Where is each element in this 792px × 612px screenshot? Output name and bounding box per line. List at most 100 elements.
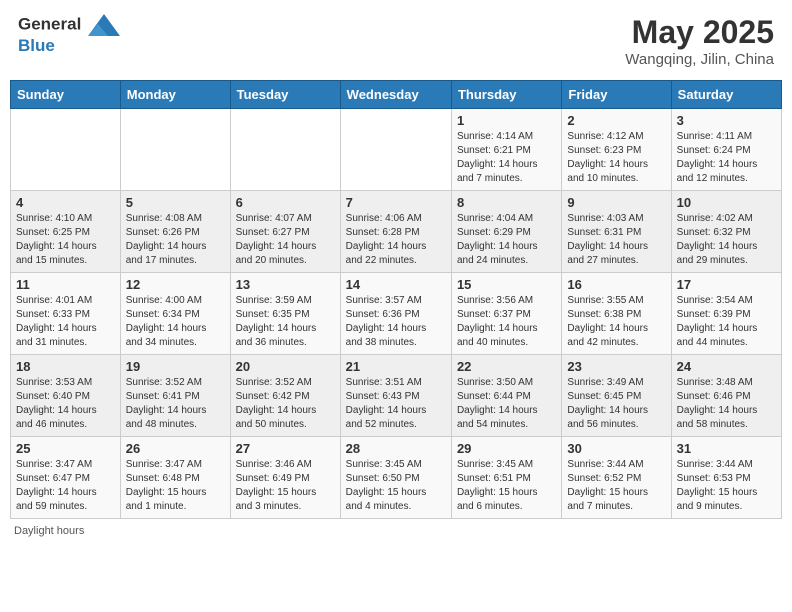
day-info: Sunrise: 3:44 AM Sunset: 6:52 PM Dayligh… — [567, 458, 665, 514]
day-number: 22 — [457, 359, 556, 374]
day-info: Sunrise: 4:02 AM Sunset: 6:32 PM Dayligh… — [677, 212, 776, 268]
calendar-day-cell: 18Sunrise: 3:53 AM Sunset: 6:40 PM Dayli… — [11, 355, 121, 437]
calendar-day-cell: 19Sunrise: 3:52 AM Sunset: 6:41 PM Dayli… — [120, 355, 230, 437]
day-number: 20 — [236, 359, 335, 374]
day-number: 7 — [346, 195, 446, 210]
day-number: 4 — [16, 195, 115, 210]
calendar-day-cell — [340, 109, 451, 191]
logo-blue: Blue — [18, 36, 120, 56]
day-number: 30 — [567, 441, 665, 456]
day-info: Sunrise: 3:44 AM Sunset: 6:53 PM Dayligh… — [677, 458, 776, 514]
calendar-day-cell: 3 Sunrise: 4:11 AM Sunset: 6:24 PM Daylig… — [671, 109, 781, 191]
main-title: May 2025 — [625, 14, 774, 51]
calendar-day-cell: 15 Sunrise: 3:56 AM Sunset: 6:37 PM Dayli… — [451, 273, 561, 355]
calendar-day-cell: 28Sunrise: 3:45 AM Sunset: 6:50 PM Dayli… — [340, 437, 451, 519]
calendar-day-cell: 21 Sunrise: 3:51 AM Sunset: 6:43 PM Dayli… — [340, 355, 451, 437]
day-number: 5 — [126, 195, 225, 210]
day-info: Sunrise: 4:08 AM Sunset: 6:26 PM Dayligh… — [126, 212, 225, 268]
day-info: Sunrise: 4:01 AM Sunset: 6:33 PM Dayligh… — [16, 294, 115, 350]
day-number: 15 — [457, 277, 556, 292]
calendar-day-cell — [230, 109, 340, 191]
day-info: Sunrise: 4:12 AM Sunset: 6:23 PM Dayligh… — [567, 130, 665, 186]
day-info: Sunrise: 3:53 AM Sunset: 6:40 PM Dayligh… — [16, 376, 115, 432]
calendar-day-cell: 5 Sunrise: 4:08 AM Sunset: 6:26 PM Daylig… — [120, 191, 230, 273]
day-info: Sunrise: 3:45 AM Sunset: 6:51 PM Dayligh… — [457, 458, 556, 514]
day-info: Sunrise: 3:51 AM Sunset: 6:43 PM Dayligh… — [346, 376, 446, 432]
calendar-day-cell: 4 Sunrise: 4:10 AM Sunset: 6:25 PM Daylig… — [11, 191, 121, 273]
page-header: General Blue May 2025 Wangqing, Jilin, C… — [10, 10, 782, 72]
calendar-week-row: 25 Sunrise: 3:47 AM Sunset: 6:47 PM Dayli… — [11, 437, 782, 519]
day-number: 17 — [677, 277, 776, 292]
daylight-hours-label: Daylight hours — [14, 525, 84, 537]
day-number: 19 — [126, 359, 225, 374]
calendar-day-cell: 2 Sunrise: 4:12 AM Sunset: 6:23 PM Daylig… — [562, 109, 671, 191]
calendar-week-row: 4 Sunrise: 4:10 AM Sunset: 6:25 PM Daylig… — [11, 191, 782, 273]
calendar-day-cell: 1 Sunrise: 4:14 AM Sunset: 6:21 PM Daylig… — [451, 109, 561, 191]
calendar-day-cell: 9 Sunrise: 4:03 AM Sunset: 6:31 PM Daylig… — [562, 191, 671, 273]
calendar-day-cell: 6Sunrise: 4:07 AM Sunset: 6:27 PM Daylig… — [230, 191, 340, 273]
day-number: 21 — [346, 359, 446, 374]
calendar-day-header: Tuesday — [230, 81, 340, 109]
day-info: Sunrise: 3:56 AM Sunset: 6:37 PM Dayligh… — [457, 294, 556, 350]
calendar-day-cell: 10 Sunrise: 4:02 AM Sunset: 6:32 PM Dayli… — [671, 191, 781, 273]
title-block: May 2025 Wangqing, Jilin, China — [625, 14, 774, 68]
day-info: Sunrise: 4:00 AM Sunset: 6:34 PM Dayligh… — [126, 294, 225, 350]
footer: Daylight hours — [10, 525, 782, 537]
day-info: Sunrise: 4:03 AM Sunset: 6:31 PM Dayligh… — [567, 212, 665, 268]
calendar-day-cell: 24Sunrise: 3:48 AM Sunset: 6:46 PM Dayli… — [671, 355, 781, 437]
calendar-day-header: Wednesday — [340, 81, 451, 109]
day-info: Sunrise: 3:45 AM Sunset: 6:50 PM Dayligh… — [346, 458, 446, 514]
logo-text: General — [18, 14, 120, 36]
day-number: 27 — [236, 441, 335, 456]
day-info: Sunrise: 4:06 AM Sunset: 6:28 PM Dayligh… — [346, 212, 446, 268]
day-number: 29 — [457, 441, 556, 456]
calendar-day-header: Friday — [562, 81, 671, 109]
calendar-day-cell: 30 Sunrise: 3:44 AM Sunset: 6:52 PM Dayli… — [562, 437, 671, 519]
day-number: 10 — [677, 195, 776, 210]
calendar-day-header: Sunday — [11, 81, 121, 109]
day-info: Sunrise: 3:59 AM Sunset: 6:35 PM Dayligh… — [236, 294, 335, 350]
calendar-day-cell: 13 Sunrise: 3:59 AM Sunset: 6:35 PM Dayli… — [230, 273, 340, 355]
calendar-day-cell: 7 Sunrise: 4:06 AM Sunset: 6:28 PM Daylig… — [340, 191, 451, 273]
calendar-day-cell: 25 Sunrise: 3:47 AM Sunset: 6:47 PM Dayli… — [11, 437, 121, 519]
day-info: Sunrise: 3:46 AM Sunset: 6:49 PM Dayligh… — [236, 458, 335, 514]
day-number: 3 — [677, 113, 776, 128]
calendar-week-row: 11 Sunrise: 4:01 AM Sunset: 6:33 PM Dayli… — [11, 273, 782, 355]
day-number: 8 — [457, 195, 556, 210]
calendar-week-row: 1 Sunrise: 4:14 AM Sunset: 6:21 PM Daylig… — [11, 109, 782, 191]
day-info: Sunrise: 3:47 AM Sunset: 6:47 PM Dayligh… — [16, 458, 115, 514]
calendar-day-cell: 20 Sunrise: 3:52 AM Sunset: 6:42 PM Dayli… — [230, 355, 340, 437]
day-number: 25 — [16, 441, 115, 456]
day-number: 9 — [567, 195, 665, 210]
day-number: 2 — [567, 113, 665, 128]
calendar-day-cell — [120, 109, 230, 191]
day-info: Sunrise: 3:49 AM Sunset: 6:45 PM Dayligh… — [567, 376, 665, 432]
calendar-day-header: Saturday — [671, 81, 781, 109]
day-number: 12 — [126, 277, 225, 292]
calendar-day-header: Thursday — [451, 81, 561, 109]
day-info: Sunrise: 3:54 AM Sunset: 6:39 PM Dayligh… — [677, 294, 776, 350]
day-info: Sunrise: 3:50 AM Sunset: 6:44 PM Dayligh… — [457, 376, 556, 432]
day-number: 16 — [567, 277, 665, 292]
calendar-day-cell: 16 Sunrise: 3:55 AM Sunset: 6:38 PM Dayli… — [562, 273, 671, 355]
day-info: Sunrise: 4:11 AM Sunset: 6:24 PM Dayligh… — [677, 130, 776, 186]
day-info: Sunrise: 4:04 AM Sunset: 6:29 PM Dayligh… — [457, 212, 556, 268]
day-info: Sunrise: 4:14 AM Sunset: 6:21 PM Dayligh… — [457, 130, 556, 186]
calendar-week-row: 18Sunrise: 3:53 AM Sunset: 6:40 PM Dayli… — [11, 355, 782, 437]
day-number: 11 — [16, 277, 115, 292]
calendar-table: SundayMondayTuesdayWednesdayThursdayFrid… — [10, 80, 782, 519]
day-number: 1 — [457, 113, 556, 128]
day-number: 14 — [346, 277, 446, 292]
day-info: Sunrise: 3:57 AM Sunset: 6:36 PM Dayligh… — [346, 294, 446, 350]
calendar-header-row: SundayMondayTuesdayWednesdayThursdayFrid… — [11, 81, 782, 109]
calendar-day-cell: 17 Sunrise: 3:54 AM Sunset: 6:39 PM Dayli… — [671, 273, 781, 355]
day-info: Sunrise: 4:10 AM Sunset: 6:25 PM Dayligh… — [16, 212, 115, 268]
calendar-day-header: Monday — [120, 81, 230, 109]
day-info: Sunrise: 3:52 AM Sunset: 6:42 PM Dayligh… — [236, 376, 335, 432]
day-number: 6 — [236, 195, 335, 210]
day-number: 26 — [126, 441, 225, 456]
day-info: Sunrise: 3:55 AM Sunset: 6:38 PM Dayligh… — [567, 294, 665, 350]
logo: General Blue — [18, 14, 120, 56]
day-number: 31 — [677, 441, 776, 456]
day-number: 13 — [236, 277, 335, 292]
